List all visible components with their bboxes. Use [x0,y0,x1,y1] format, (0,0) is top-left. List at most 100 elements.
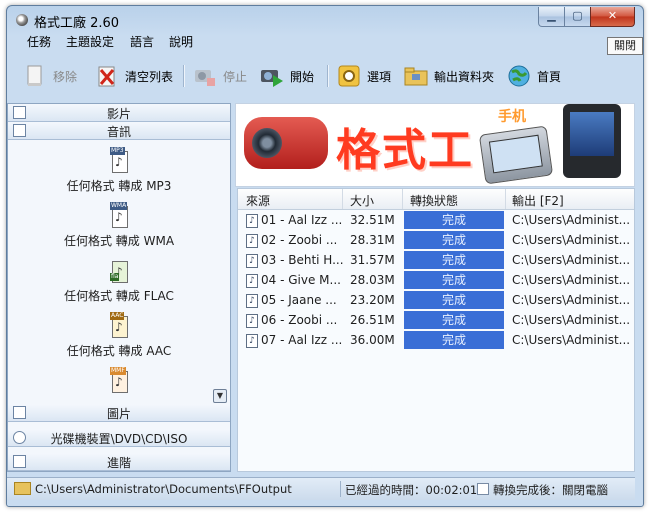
header-status[interactable]: 轉換狀態 [410,192,458,209]
output-path[interactable]: C:\Users\Administrator\Documents\FFOutpu… [35,482,292,496]
close-icon: ✕ [607,9,618,22]
format-wma[interactable]: WMA 任何格式 轉成 WMA [8,202,230,249]
menu-theme[interactable]: 主題設定 [66,33,114,50]
table-row[interactable]: ♪ 06 - Zoobi ... 26.51M 完成 C:\Users\Administ… [238,310,634,330]
table-row[interactable]: ♪ 07 - Aal Izz ... 36.00M 完成 C:\Users\Admini… [238,330,634,350]
toolbar-divider [327,65,329,87]
output-folder-button[interactable]: 輸出資料夾 [404,61,494,91]
maximize-button[interactable]: ▢ [564,7,591,27]
elapsed-time: 已經過的時間：00:02:01 [345,483,478,497]
cell-output: C:\Users\Administ... [512,213,631,227]
table-row[interactable]: ♪ 05 - Jaane ... 23.20M 完成 C:\Users\Administ… [238,290,634,310]
format-mmf[interactable]: MMF [8,367,230,393]
menu-task[interactable]: 任務 [27,33,51,50]
format-flac-label: 任何格式 轉成 FLAC [64,289,174,303]
shutdown-checkbox[interactable] [477,483,489,495]
audio-file-icon: ♪ [246,274,258,288]
cell-size: 26.51M [350,313,395,327]
table-row[interactable]: ♪ 04 - Give M... 28.03M 完成 C:\Users\Administ… [238,270,634,290]
cell-source: 05 - Jaane ... [261,293,337,307]
audio-file-icon: ♪ [246,314,258,328]
table-row[interactable]: ♪ 02 - Zoobi ... 28.31M 完成 C:\Users\Administ… [238,230,634,250]
clear-list-icon [95,64,119,88]
cell-output: C:\Users\Administ... [512,333,631,347]
category-audio[interactable]: 音訊 [8,122,230,140]
cell-output: C:\Users\Administ... [512,253,631,267]
stop-icon [193,64,217,88]
category-advanced[interactable]: 進階 [8,453,230,471]
format-mp3[interactable]: MP3 任何格式 轉成 MP3 [8,147,230,194]
menu-help[interactable]: 說明 [169,33,193,50]
category-advanced-label: 進階 [106,456,131,470]
cell-size: 31.57M [350,253,395,267]
stop-button[interactable]: 停止 [193,61,247,91]
table-row[interactable]: ♪ 01 - Aal Izz ... 32.51M 完成 C:\Users\Admini… [238,210,634,230]
status-badge: 完成 [404,291,504,309]
audio-file-icon: ♪ [246,214,258,228]
cell-size: 23.20M [350,293,395,307]
format-aac[interactable]: AAC 任何格式 轉成 AAC [8,312,230,359]
stop-label: 停止 [223,69,248,84]
status-divider [340,481,341,497]
mp3-tag: MP3 [110,147,125,155]
cell-size: 28.03M [350,273,395,287]
mp3-icon: MP3 [110,147,128,173]
flac-tag: fla [110,273,120,281]
wma-tag: WMA [110,202,128,210]
status-badge: 完成 [404,271,504,289]
menu-language[interactable]: 語言 [130,33,154,50]
cell-source: 06 - Zoobi ... [261,313,338,327]
home-label: 首頁 [537,69,562,84]
mmf-tag: MMF [110,367,126,375]
wma-icon: WMA [110,202,128,228]
header-output[interactable]: 輸出 [F2] [512,192,564,209]
remove-label: 移除 [53,69,78,84]
cell-output: C:\Users\Administ... [512,313,631,327]
table-header: 來源 大小 轉換狀態 輸出 [F2] [238,189,634,210]
document-icon [23,64,47,88]
category-video[interactable]: 影片 [8,104,230,122]
audio-file-icon: ♪ [246,294,258,308]
category-image-label: 圖片 [106,407,131,421]
header-source[interactable]: 來源 [246,192,270,209]
app-icon[interactable] [16,14,28,26]
folder-icon [404,64,428,88]
task-table: 來源 大小 轉換狀態 輸出 [F2] ♪ 01 - Aal Izz ... 32.5… [237,188,635,472]
scroll-down-button[interactable]: ▼ [213,389,227,403]
minimize-button[interactable]: ▁ [538,7,565,27]
banner-tag: 手机 [498,109,526,125]
home-button[interactable]: 首頁 [507,61,561,91]
start-icon [260,64,284,88]
format-aac-label: 任何格式 轉成 AAC [66,344,172,358]
camcorder-image [244,117,328,169]
start-button[interactable]: 開始 [260,61,314,91]
settings-icon [337,64,361,88]
banner-brand: 格式工 [336,125,474,176]
status-badge: 完成 [404,251,504,269]
remove-button[interactable]: 移除 [23,61,77,91]
status-badge: 完成 [404,331,504,349]
flac-icon: fla [110,257,128,283]
header-size[interactable]: 大小 [350,192,374,209]
table-row[interactable]: ♪ 03 - Behti H... 31.57M 完成 C:\Users\Adminis… [238,250,634,270]
after-complete-label: 轉換完成後：關閉電腦 [493,483,608,497]
format-flac[interactable]: fla 任何格式 轉成 FLAC [8,257,230,304]
aac-tag: AAC [110,312,125,320]
audio-file-icon: ♪ [246,334,258,348]
start-label: 開始 [290,69,315,84]
format-wma-label: 任何格式 轉成 WMA [63,234,175,248]
aac-icon: AAC [110,312,128,338]
options-label: 選項 [367,69,392,84]
cell-output: C:\Users\Administ... [512,273,631,287]
toolbar: 移除 清空列表 停止 開始 選項 輸出資料夾 首頁 [7,55,635,100]
category-disc[interactable]: 光碟機裝置\DVD\CD\ISO [8,429,230,447]
folder-icon[interactable] [14,482,31,495]
clear-list-button[interactable]: 清空列表 [95,61,173,91]
options-button[interactable]: 選項 [337,61,391,91]
close-button[interactable]: ✕ [590,7,635,27]
category-video-label: 影片 [106,107,131,121]
audio-file-icon: ♪ [246,254,258,268]
status-bar: C:\Users\Administrator\Documents\FFOutpu… [7,477,635,500]
cell-size: 28.31M [350,233,395,247]
category-image[interactable]: 圖片 [8,404,230,422]
